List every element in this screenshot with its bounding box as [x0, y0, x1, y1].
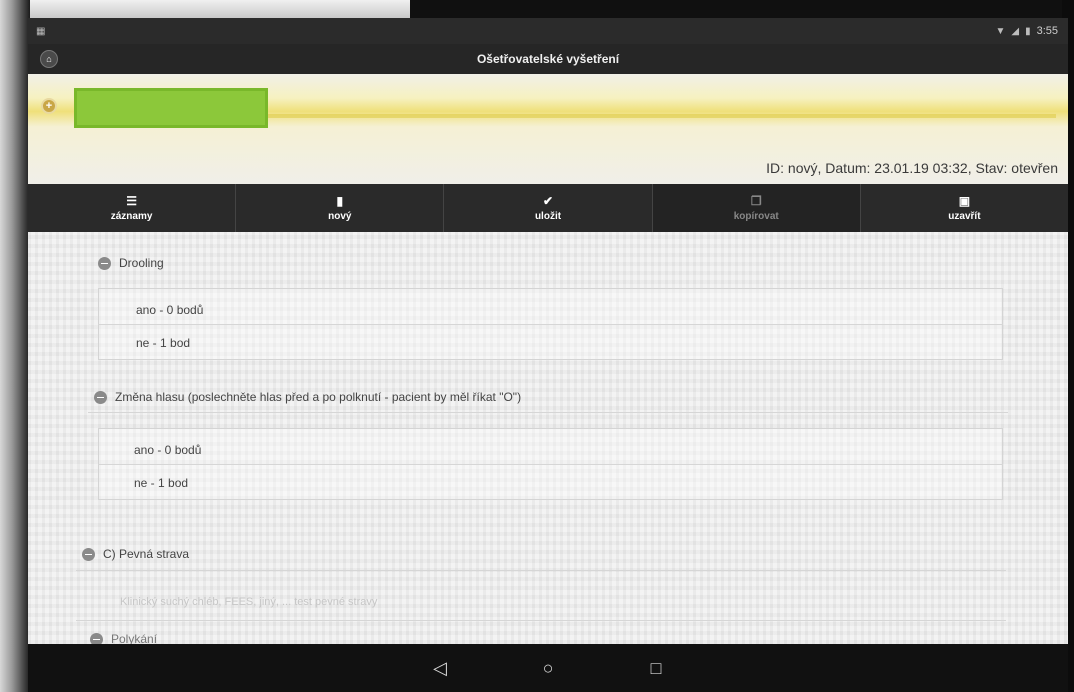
section-voice-change[interactable]: Změna hlasu (poslechněte hlas před a po … — [94, 390, 521, 404]
divider — [98, 464, 1003, 465]
home-circle-icon[interactable]: ○ — [534, 654, 562, 682]
copy-icon: ❐ — [750, 194, 762, 208]
divider — [98, 324, 1003, 325]
collapse-icon — [90, 632, 103, 644]
back-icon[interactable]: ◁ — [426, 654, 454, 682]
records-button[interactable]: ☰ záznamy — [28, 184, 237, 232]
collapse-icon — [98, 256, 111, 270]
status-time: 3:55 — [1036, 25, 1058, 37]
option-drooling-no[interactable]: ne - 1 bod — [136, 336, 190, 350]
section-solid-title: C) Pevná strava — [103, 547, 190, 561]
form-content: Drooling ano - 0 bodů ne - 1 bod Změna h… — [28, 232, 1068, 644]
collapse-icon — [82, 547, 95, 561]
app-title-bar: ⌂ Ošetřovatelské vyšetření — [28, 44, 1068, 74]
save-button[interactable]: ✔ uložit — [444, 184, 653, 232]
expand-patient-icon[interactable]: + — [41, 98, 57, 114]
tablet-screen: ▦ ▼ ◢ ▮ 3:55 ⌂ Ošetřovatelské vyšetření … — [28, 18, 1068, 692]
page-title: Ošetřovatelské vyšetření — [476, 52, 620, 66]
close-record-button[interactable]: ▣ uzavřít — [861, 184, 1068, 232]
divider — [88, 412, 1008, 413]
patient-name-redacted — [74, 88, 268, 128]
collapse-icon — [94, 390, 107, 404]
wifi-icon: ▼ — [995, 25, 1006, 37]
divider — [76, 620, 1006, 621]
lock-icon: ▣ — [958, 194, 971, 208]
signal-icon: ◢ — [1011, 25, 1020, 37]
section-drooling[interactable]: Drooling — [98, 256, 164, 270]
option-voice-yes[interactable]: ano - 0 bodů — [134, 443, 201, 457]
home-icon[interactable]: ⌂ — [40, 50, 58, 68]
patient-banner: + ID: nový, Datum: 23.01.19 03:32, Stav:… — [28, 74, 1068, 184]
section-swallow-title: Polykání — [111, 632, 158, 644]
battery-icon: ▮ — [1025, 25, 1031, 37]
check-icon: ✔ — [542, 194, 554, 208]
list-icon: ☰ — [126, 194, 137, 208]
records-label: záznamy — [110, 211, 153, 222]
new-document-icon: ▮ — [336, 194, 344, 208]
option-voice-no[interactable]: ne - 1 bod — [134, 476, 188, 490]
tablet-bezel-left — [0, 0, 30, 692]
status-right: ▼ ◢ ▮ 3:55 — [995, 25, 1058, 37]
close-record-label: uzavřít — [948, 211, 981, 222]
action-toolbar: ☰ záznamy ▮ nový ✔ uložit ❐ kopírovat ▣ … — [28, 184, 1068, 232]
option-drooling-yes[interactable]: ano - 0 bodů — [136, 303, 203, 317]
banner-accent-line — [268, 114, 1056, 118]
divider — [76, 570, 1006, 571]
new-button[interactable]: ▮ nový — [236, 184, 445, 232]
section-solid-food[interactable]: C) Pevná strava — [82, 547, 189, 561]
copy-button[interactable]: ❐ kopírovat — [652, 184, 861, 232]
recents-icon[interactable]: □ — [642, 654, 670, 682]
faded-hint-text: Klinický suchý chléb, FEES, jiný, ... te… — [120, 596, 378, 608]
copy-label: kopírovat — [733, 211, 779, 222]
status-bar: ▦ ▼ ◢ ▮ 3:55 — [28, 18, 1068, 44]
android-nav-bar: ◁ ○ □ — [28, 644, 1068, 692]
section-voice-title: Změna hlasu (poslechněte hlas před a po … — [115, 390, 522, 404]
record-meta: ID: nový, Datum: 23.01.19 03:32, Stav: o… — [766, 160, 1058, 176]
save-label: uložit — [534, 211, 562, 222]
section-drooling-title: Drooling — [119, 256, 164, 270]
section-swallow[interactable]: Polykání — [90, 632, 157, 644]
new-label: nový — [328, 211, 352, 222]
notification-icon: ▦ — [36, 25, 46, 37]
